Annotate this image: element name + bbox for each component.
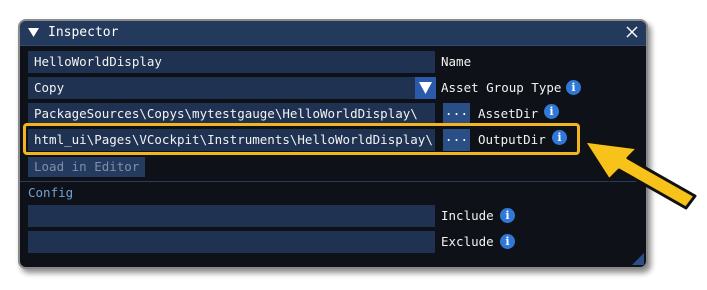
- title-bar[interactable]: Inspector: [20, 21, 646, 46]
- name-label: Name: [441, 54, 472, 69]
- asset-dir-label: AssetDir: [478, 106, 539, 121]
- load-in-editor-button[interactable]: Load in Editor: [28, 157, 146, 177]
- include-label: Include: [441, 208, 494, 223]
- asset-dir-field[interactable]: PackageSources\Copys\mytestgauge\HelloWo…: [28, 103, 435, 125]
- callout-arrow-icon: [582, 139, 697, 210]
- collapse-arrow-icon[interactable]: [28, 27, 39, 38]
- info-icon[interactable]: i: [544, 104, 559, 119]
- asset-group-type-label: Asset Group Type: [441, 80, 562, 95]
- exclude-field[interactable]: [28, 231, 435, 253]
- info-icon[interactable]: i: [500, 208, 515, 223]
- info-icon[interactable]: i: [500, 234, 515, 249]
- close-icon[interactable]: [626, 26, 638, 38]
- include-field[interactable]: [28, 205, 435, 227]
- resize-grip-icon[interactable]: [632, 253, 644, 265]
- config-section-title: Config: [28, 185, 74, 200]
- highlight-box: [23, 123, 580, 155]
- asset-group-type-select[interactable]: Copy: [28, 77, 416, 99]
- name-field[interactable]: HelloWorldDisplay: [28, 51, 435, 73]
- divider: [20, 181, 646, 182]
- dropdown-arrow-button[interactable]: [415, 77, 436, 99]
- exclude-label: Exclude: [441, 234, 494, 249]
- asset-dir-browse-button[interactable]: ...: [443, 103, 470, 125]
- info-icon[interactable]: i: [566, 80, 581, 95]
- dropdown-arrow-icon: [419, 82, 432, 94]
- window-title: Inspector: [48, 25, 119, 40]
